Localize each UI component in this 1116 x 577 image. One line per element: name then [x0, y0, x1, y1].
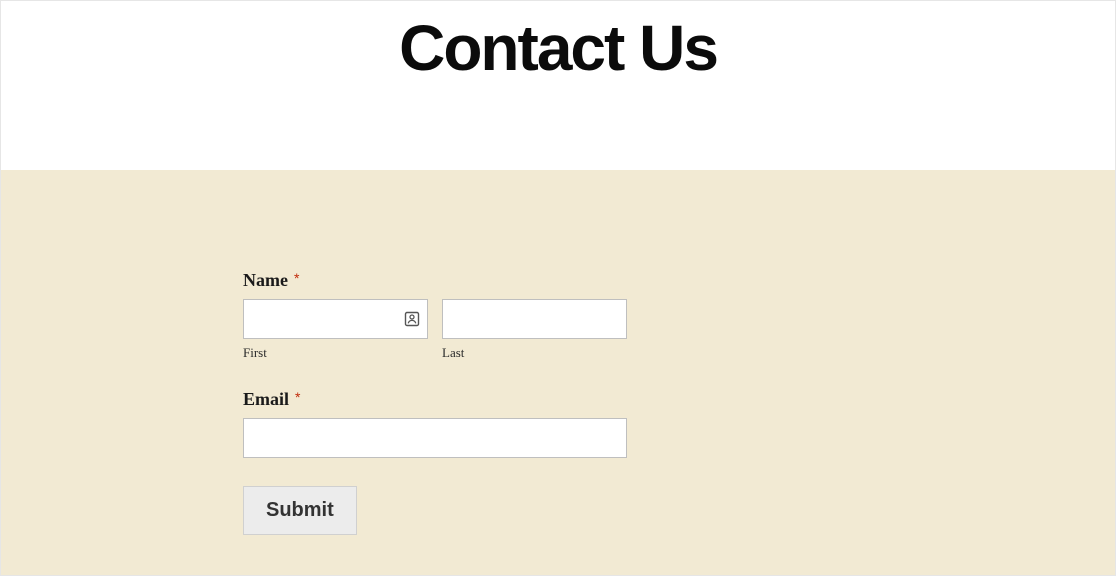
first-name-input[interactable]: [243, 299, 428, 339]
required-marker-icon: *: [295, 389, 300, 405]
page-title: Contact Us: [1, 11, 1115, 85]
email-input[interactable]: [243, 418, 627, 458]
name-label: Name: [243, 270, 288, 291]
last-name-sublabel: Last: [442, 345, 627, 361]
form-section: Name *: [1, 170, 1115, 575]
header: Contact Us: [1, 1, 1115, 170]
page: Contact Us Name *: [0, 0, 1116, 576]
submit-button[interactable]: Submit: [243, 486, 357, 535]
first-name-sublabel: First: [243, 345, 428, 361]
email-field-group: Email *: [243, 389, 873, 458]
name-field-group: Name *: [243, 270, 873, 361]
contact-form: Name *: [243, 270, 873, 535]
required-marker-icon: *: [294, 270, 299, 286]
last-name-input[interactable]: [442, 299, 627, 339]
email-label: Email: [243, 389, 289, 410]
